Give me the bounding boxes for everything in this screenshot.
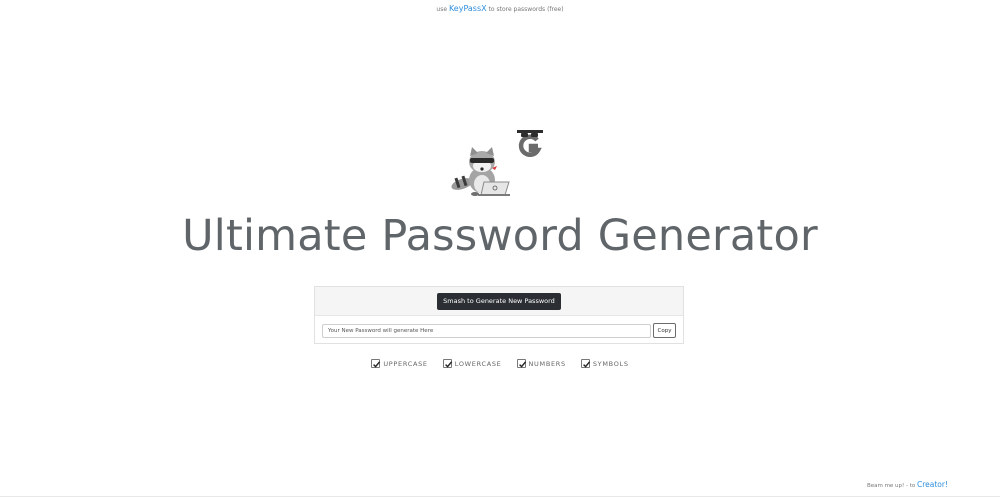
checkmark-icon xyxy=(518,361,526,368)
keypassx-link[interactable]: KeyPassX xyxy=(449,4,487,13)
generator-card-body: Copy xyxy=(315,316,683,345)
character-options: UPPERCASE LOWERCASE NUMBERS SYMBOLS xyxy=(0,359,1000,368)
symbols-label: SYMBOLS xyxy=(592,359,629,368)
generator-card-header: Smash to Generate New Password xyxy=(315,287,683,316)
header-note: use KeyPassX to store passwords (free) xyxy=(0,4,1000,15)
option-lowercase[interactable]: LOWERCASE xyxy=(442,359,502,368)
numbers-checkbox[interactable] xyxy=(516,359,526,368)
page-title: Ultimate Password Generator xyxy=(182,211,818,261)
password-output-field[interactable] xyxy=(322,323,652,338)
copy-button[interactable]: Copy xyxy=(653,323,676,338)
numbers-label: NUMBERS xyxy=(528,359,566,368)
lowercase-checkbox[interactable] xyxy=(442,359,452,368)
lowercase-label: LOWERCASE xyxy=(454,359,502,368)
option-symbols[interactable]: SYMBOLS xyxy=(580,359,629,368)
header-note-suffix: to store passwords (free) xyxy=(488,6,564,13)
checkmark-icon xyxy=(373,361,381,368)
uppercase-label: UPPERCASE xyxy=(383,359,428,368)
generator-card: Smash to Generate New Password Copy xyxy=(314,286,684,344)
creator-link[interactable]: Creator! xyxy=(917,480,948,489)
footer-note-prefix: Beam me up! - to xyxy=(866,483,916,489)
option-numbers[interactable]: NUMBERS xyxy=(516,359,566,368)
checkmark-icon xyxy=(582,361,590,368)
option-uppercase[interactable]: UPPERCASE xyxy=(371,359,427,368)
raccoon-mascot-icon xyxy=(448,126,548,198)
g-logo-icon xyxy=(517,130,543,158)
page: use KeyPassX to store passwords (free) U… xyxy=(0,0,1000,497)
generate-password-button[interactable]: Smash to Generate New Password xyxy=(437,292,561,310)
header-note-prefix: use xyxy=(436,6,448,13)
footer-note: Beam me up! - to Creator! xyxy=(867,480,948,489)
uppercase-checkbox[interactable] xyxy=(371,359,381,368)
symbols-checkbox[interactable] xyxy=(580,359,590,368)
checkmark-icon xyxy=(444,361,452,368)
